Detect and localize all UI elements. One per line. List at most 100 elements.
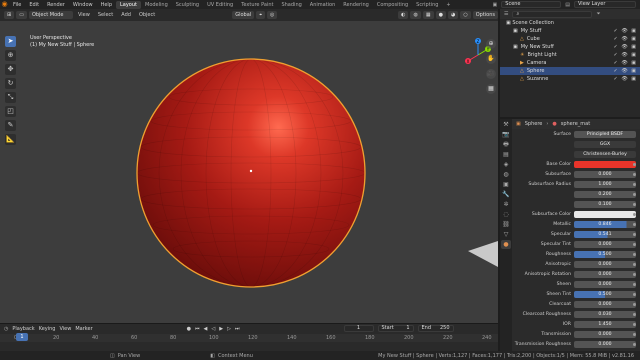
outliner-editor-icon[interactable]: ☰	[504, 11, 508, 17]
3d-viewport[interactable]: ⊞ ▭ Object Mode View Select Add Object G…	[0, 9, 498, 323]
keyframe-dot-icon[interactable]	[633, 262, 636, 266]
visibility-toggle-icons[interactable]: ✓ 👁 ▣	[614, 43, 637, 51]
property-field[interactable]: 0.000	[574, 330, 636, 338]
keyframe-prev-icon[interactable]: ◀	[204, 326, 208, 332]
surface-shader-field[interactable]: Principled BSDF	[574, 130, 636, 138]
keyframe-dot-icon[interactable]	[633, 202, 636, 206]
jump-end-icon[interactable]: ⏭	[235, 326, 240, 332]
outliner-item[interactable]: △ Suzanne ✓ 👁 ▣	[500, 75, 640, 83]
outliner-item[interactable]: ▣ My Stuff ✓ 👁 ▣	[500, 27, 640, 35]
render-tab-icon[interactable]: 📷	[501, 130, 511, 139]
keyframe-dot-icon[interactable]	[633, 322, 636, 326]
menu-edit[interactable]: Edit	[25, 2, 43, 8]
menu-keying[interactable]: Keying	[39, 326, 56, 332]
scene-selector[interactable]: Scene	[501, 1, 562, 8]
keyframe-dot-icon[interactable]	[633, 312, 636, 316]
visibility-toggle-icons[interactable]: ✓ 👁 ▣	[614, 75, 637, 83]
view-layer-selector[interactable]: View Layer	[574, 1, 636, 8]
keyframe-dot-icon[interactable]	[633, 232, 636, 236]
world-tab-icon[interactable]: ◍	[501, 170, 511, 179]
outliner-item[interactable]: ▶ Camera ✓ 👁 ▣	[500, 59, 640, 67]
property-field[interactable]: 1.000	[574, 180, 636, 188]
camera-view-icon[interactable]: 🎥	[486, 69, 496, 79]
keyframe-dot-icon[interactable]	[633, 212, 636, 216]
modifier-tab-icon[interactable]: 🔧	[501, 190, 511, 199]
tab-scripting[interactable]: Scripting	[412, 1, 442, 9]
data-tab-icon[interactable]: ▽	[501, 230, 511, 239]
outliner-item[interactable]: △ Cube ✓ 👁 ▣	[500, 35, 640, 43]
property-field[interactable]: 0.000	[574, 270, 636, 278]
play-icon[interactable]: ▶	[219, 326, 223, 332]
property-field[interactable]: 0.030	[574, 310, 636, 318]
property-field[interactable]: 0.200	[574, 190, 636, 198]
timeline-editor-icon[interactable]: ◷	[4, 326, 8, 332]
particles-tab-icon[interactable]: ✲	[501, 200, 511, 209]
property-field[interactable]: 0.000	[574, 240, 636, 248]
visibility-toggle-icons[interactable]: ✓ 👁 ▣	[614, 35, 637, 43]
menu-marker[interactable]: Marker	[75, 326, 92, 332]
add-workspace-icon[interactable]: +	[442, 1, 454, 9]
base-color-swatch[interactable]	[574, 160, 636, 168]
keyframe-dot-icon[interactable]	[633, 292, 636, 296]
object-tab-icon[interactable]: ▣	[501, 180, 511, 189]
jump-start-icon[interactable]: ⏮	[195, 326, 200, 332]
tab-layout[interactable]: Layout	[116, 0, 141, 9]
keyframe-dot-icon[interactable]	[633, 272, 636, 276]
tab-animation[interactable]: Animation	[306, 1, 340, 9]
keyframe-dot-icon[interactable]	[633, 182, 636, 186]
blender-logo-icon[interactable]: ◉	[0, 0, 9, 9]
menu-file[interactable]: File	[9, 2, 25, 8]
keyframe-dot-icon[interactable]	[633, 162, 636, 166]
property-field[interactable]: 0.000	[574, 170, 636, 178]
keyframe-dot-icon[interactable]	[633, 282, 636, 286]
properties-editor[interactable]: ▣ Sphere › ● sphere_mat Surface Principl…	[500, 119, 640, 351]
property-field[interactable]: 0.500	[574, 290, 636, 298]
property-field[interactable]: 0.000	[574, 260, 636, 268]
sphere-object[interactable]	[136, 58, 366, 288]
tab-sculpting[interactable]: Sculpting	[172, 1, 203, 9]
material-tab-icon[interactable]: ●	[501, 240, 511, 249]
record-icon[interactable]: ●	[187, 326, 191, 332]
keyframe-dot-icon[interactable]	[633, 332, 636, 336]
timeline-editor[interactable]: ◷ Playback Keying View Marker ● ⏮ ◀ ◁ ▶ …	[0, 323, 498, 351]
outliner-item[interactable]: ▣ My New Stuff ✓ 👁 ▣	[500, 43, 640, 51]
property-field[interactable]: 0.000	[574, 340, 636, 348]
constraints-tab-icon[interactable]: ⛓	[501, 220, 511, 229]
property-field[interactable]: 0.100	[574, 200, 636, 208]
visibility-toggle-icons[interactable]: ✓ 👁 ▣	[614, 67, 637, 75]
physics-tab-icon[interactable]: ◌	[501, 210, 511, 219]
scene-tab-icon[interactable]: ◈	[501, 160, 511, 169]
filter-icon[interactable]: ⏷	[596, 11, 600, 17]
ortho-toggle-icon[interactable]: ▦	[486, 84, 496, 94]
keyframe-dot-icon[interactable]	[633, 172, 636, 176]
outliner-search-input[interactable]: ⌕	[512, 10, 593, 18]
scene-collection-row[interactable]: ▣ Scene Collection	[500, 19, 640, 27]
menu-timeline-view[interactable]: View	[59, 326, 71, 332]
menu-window[interactable]: Window	[69, 2, 97, 8]
subsurface-method-dropdown[interactable]: Christensen-Burley	[574, 150, 636, 158]
keyframe-dot-icon[interactable]	[633, 252, 636, 256]
tab-modeling[interactable]: Modeling	[141, 1, 172, 9]
visibility-toggle-icons[interactable]: ✓ 👁 ▣	[614, 59, 637, 67]
distribution-dropdown[interactable]: GGX	[574, 140, 636, 148]
keyframe-dot-icon[interactable]	[633, 192, 636, 196]
tab-shading[interactable]: Shading	[277, 1, 305, 9]
menu-render[interactable]: Render	[43, 2, 69, 8]
property-field[interactable]: 0.000	[574, 300, 636, 308]
property-field[interactable]: 0.000	[574, 280, 636, 288]
outliner-item[interactable]: ☀ Bright Light ✓ 👁 ▣	[500, 51, 640, 59]
zoom-icon[interactable]: ⊕	[486, 39, 496, 49]
subsurface-color-swatch[interactable]	[574, 210, 636, 218]
menu-playback[interactable]: Playback	[12, 326, 34, 332]
property-field[interactable]: 0.500	[574, 250, 636, 258]
keyframe-dot-icon[interactable]	[633, 222, 636, 226]
outliner[interactable]: ☰ ⌕ ⏷ ▣ Scene Collection ▣ My Stuff ✓ 👁 ▣ △…	[500, 9, 640, 117]
visibility-toggle-icons[interactable]: ✓ 👁 ▣	[614, 27, 637, 35]
view-layer-tab-icon[interactable]: ▤	[501, 150, 511, 159]
output-tab-icon[interactable]: 🖶	[501, 140, 511, 149]
start-frame-field[interactable]: Start 1	[377, 325, 414, 332]
tool-tab-icon[interactable]: ⚒	[501, 120, 511, 129]
keyframe-dot-icon[interactable]	[633, 302, 636, 306]
pan-icon[interactable]: ✋	[486, 54, 496, 64]
menu-help[interactable]: Help	[97, 2, 116, 8]
